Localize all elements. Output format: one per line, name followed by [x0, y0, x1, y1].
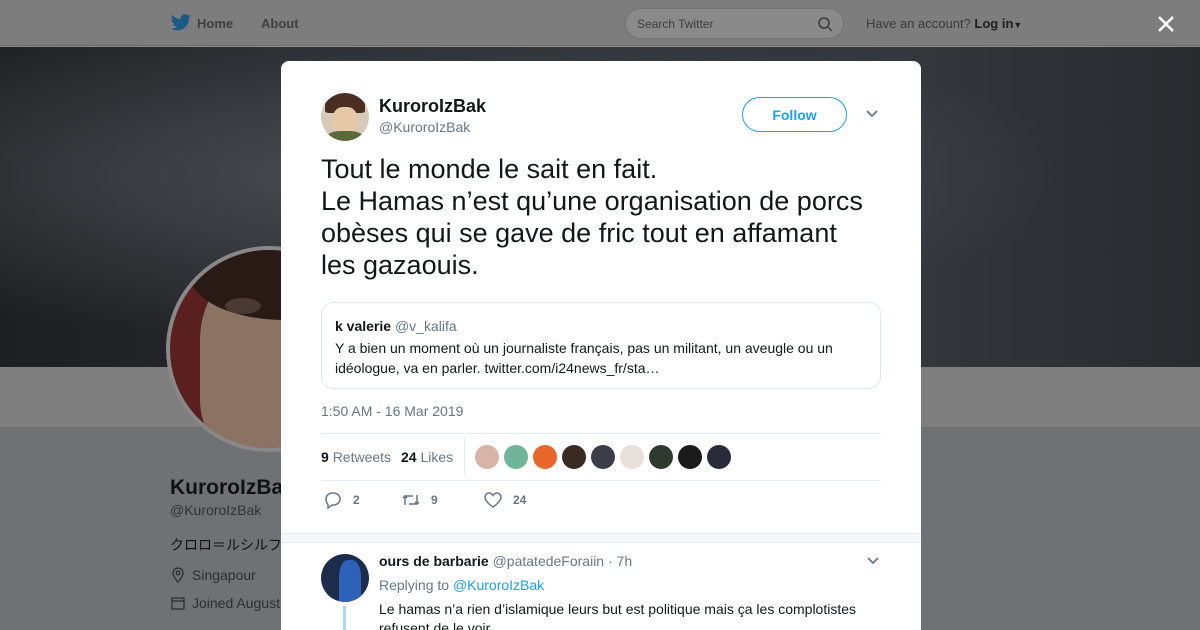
profile-handle: @KuroroIzBak [170, 502, 262, 518]
liker-avatar[interactable] [620, 445, 644, 469]
replying-to-link[interactable]: @KuroroIzBak [453, 577, 544, 593]
replies-divider [281, 533, 921, 543]
tweet-stats: 9 Retweets 24 Likes [321, 433, 881, 481]
retweets-count: 9 [321, 449, 329, 465]
twitter-bird-icon[interactable] [170, 13, 192, 33]
tweet-author-avatar[interactable] [321, 93, 369, 141]
nav-home-link[interactable]: Home [197, 0, 233, 46]
quoted-author-name: k valerie [335, 318, 392, 334]
tweet-modal: KuroroIzBak @KuroroIzBak Follow Tout le … [281, 61, 921, 630]
reply-author-avatar[interactable] [321, 554, 369, 602]
likes-count: 24 [401, 449, 417, 465]
search-icon[interactable] [817, 16, 833, 32]
location-pin-icon [172, 567, 184, 583]
liker-avatar[interactable] [678, 445, 702, 469]
retweets-label: Retweets [332, 449, 392, 465]
tweet-author-name[interactable]: KuroroIzBak [379, 96, 486, 117]
profile-name: KuroroIzBak [170, 476, 295, 499]
tweet-text-line: Tout le monde le sait en fait. [321, 154, 658, 184]
chevron-down-icon[interactable] [865, 109, 879, 119]
like-count: 24 [513, 493, 527, 507]
quoted-tweet[interactable]: k valerie @v_kalifa Y a bien un moment o… [321, 302, 881, 389]
login-caret-icon[interactable]: ▼ [1013, 20, 1022, 30]
liker-avatar[interactable] [562, 445, 586, 469]
search-placeholder: Search Twitter [637, 16, 714, 31]
retweet-icon[interactable] [401, 491, 421, 509]
retweet-action[interactable]: 9 [401, 491, 438, 509]
retweet-count: 9 [431, 493, 438, 507]
account-prompt: Have an account? Log in▼ [866, 16, 1022, 31]
calendar-icon [171, 597, 185, 610]
search-input[interactable]: Search Twitter [625, 8, 844, 39]
reply-header: ours de barbarie @patatedeForaiin · 7h [379, 553, 632, 569]
replying-prefix: Replying to [379, 577, 450, 593]
reply-action[interactable]: 2 [323, 491, 360, 509]
heart-icon[interactable] [483, 491, 503, 509]
liker-avatar[interactable] [504, 445, 528, 469]
quoted-text: Y a bien un moment où un journaliste fra… [335, 340, 833, 376]
reply-count: 2 [353, 493, 360, 507]
tweet-actions: 2 9 24 [321, 491, 881, 513]
nav-about-link[interactable]: About [261, 0, 299, 46]
reply-text: Le hamas n’a rien d’islamique leurs but … [379, 601, 857, 630]
reply-icon[interactable] [323, 491, 343, 509]
profile-joined: Joined August [170, 595, 280, 611]
tweet-text-line: Le Hamas n’est qu’une organisation de po… [321, 186, 863, 216]
liker-avatar[interactable] [591, 445, 615, 469]
reply-author-handle[interactable]: @patatedeForaiin [493, 553, 605, 569]
like-action[interactable]: 24 [483, 491, 526, 509]
likes-label: Likes [420, 449, 454, 465]
tweet-text: Tout le monde le sait en fait. Le Hamas … [321, 153, 891, 281]
tweet-text-line: les gazaouis. [321, 250, 479, 280]
location-text: Singapour [192, 567, 256, 583]
liker-avatars [475, 445, 731, 469]
login-link[interactable]: Log in [974, 16, 1013, 31]
chevron-down-icon[interactable] [866, 556, 880, 566]
replying-to: Replying to @KuroroIzBak [379, 577, 544, 593]
retweets-stat[interactable]: 9 Retweets [321, 449, 391, 465]
thread-line [343, 606, 346, 630]
likes-stat[interactable]: 24 Likes [401, 449, 453, 465]
tweet-timestamp[interactable]: 1:50 AM - 16 Mar 2019 [321, 403, 463, 419]
tweet-text-line: obèses qui se gave de fric tout en affam… [321, 218, 837, 248]
tweet-author-handle[interactable]: @KuroroIzBak [379, 119, 470, 135]
profile-bio: クロロ＝ルシルフ [170, 537, 282, 553]
follow-button[interactable]: Follow [742, 97, 847, 132]
stats-divider [464, 438, 465, 476]
profile-location: Singapour [170, 567, 256, 583]
liker-avatar[interactable] [649, 445, 673, 469]
close-icon[interactable] [1152, 10, 1180, 38]
reply-time[interactable]: · 7h [608, 553, 632, 569]
account-prompt-text: Have an account? [866, 16, 971, 31]
reply-author-name[interactable]: ours de barbarie [379, 553, 489, 569]
quoted-author-handle: @v_kalifa [394, 318, 457, 334]
joined-text: Joined August [192, 595, 280, 611]
liker-avatar[interactable] [475, 445, 499, 469]
liker-avatar[interactable] [707, 445, 731, 469]
liker-avatar[interactable] [533, 445, 557, 469]
top-navigation-bar: Home About Search Twitter Have an accoun… [0, 0, 1200, 46]
